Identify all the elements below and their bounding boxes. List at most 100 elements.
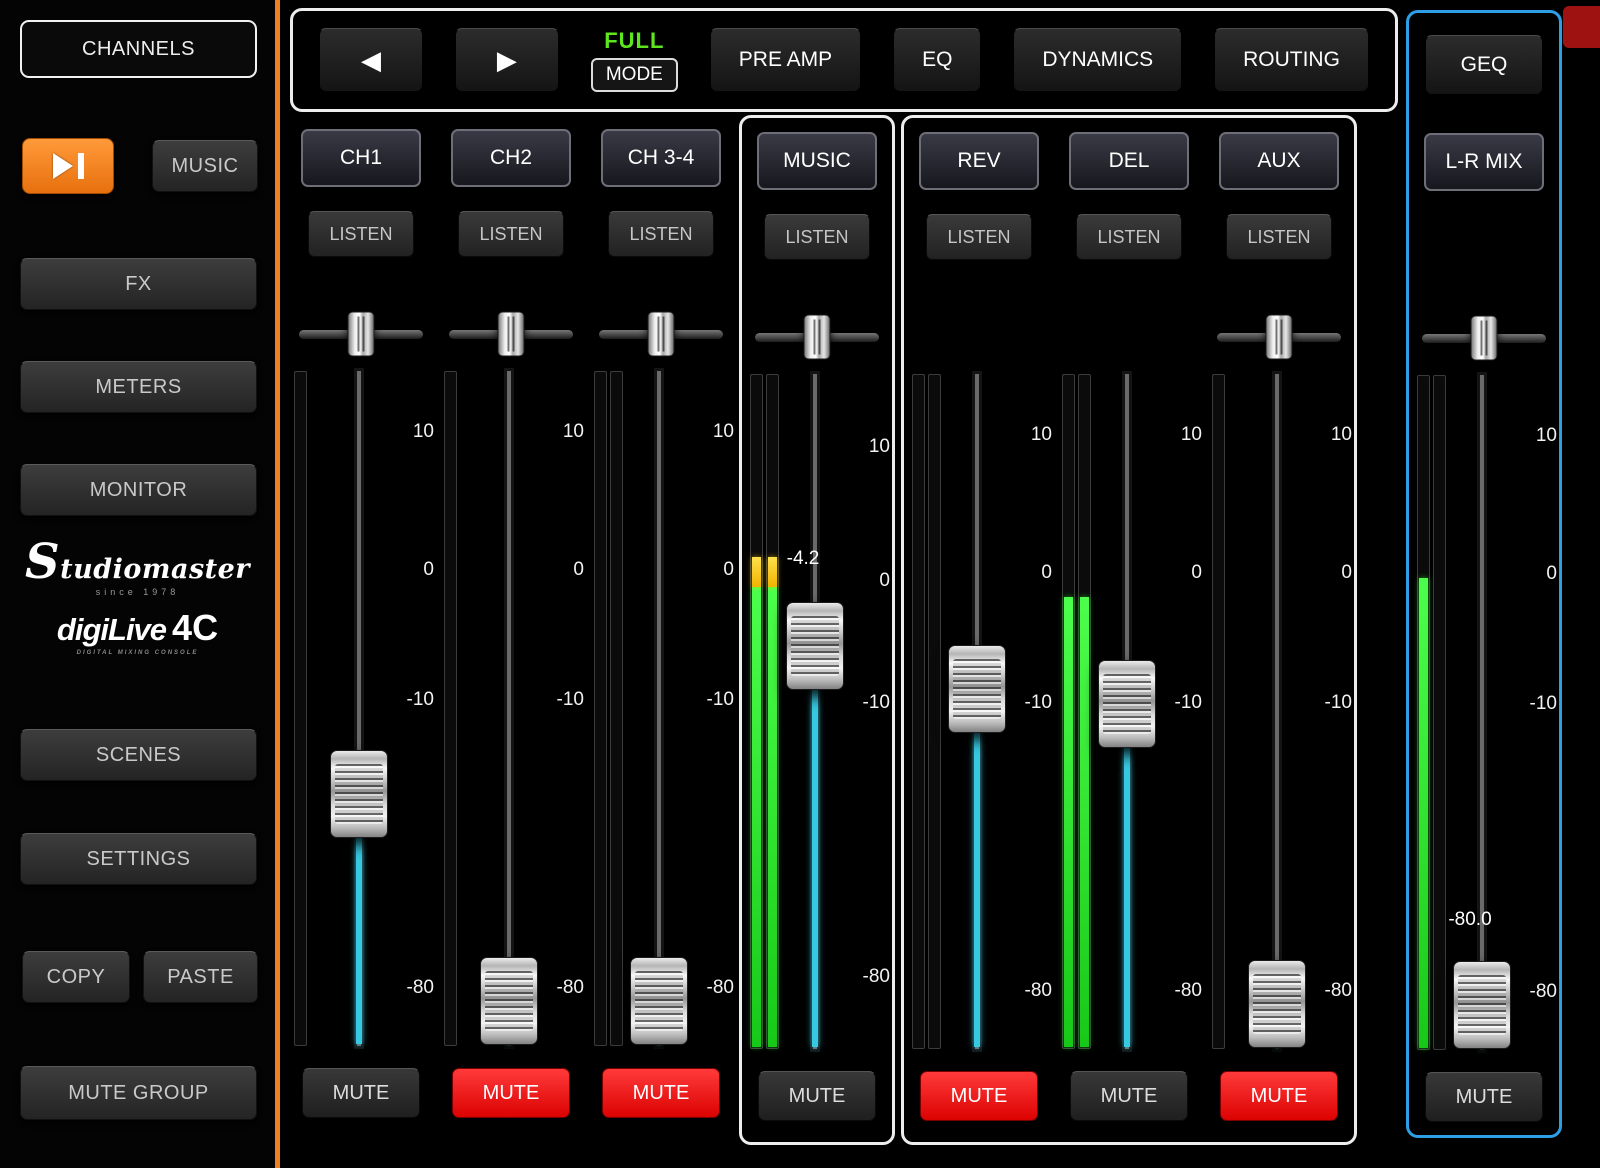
pan-knob[interactable] [498, 312, 525, 357]
next-channel-button[interactable]: ▶ [455, 28, 559, 92]
sidebar: CHANNELS MUSIC FX METERS MONITOR Studiom… [0, 0, 275, 1168]
pan-knob[interactable] [804, 315, 831, 360]
level-meter [1062, 374, 1075, 1049]
mute-button[interactable]: MUTE [920, 1071, 1038, 1121]
product-tagline: DIGITAL MIXING CONSOLE [0, 650, 275, 656]
mute-button[interactable]: MUTE [1425, 1072, 1543, 1122]
level-meter [1212, 374, 1225, 1049]
mode-button[interactable]: FULL MODE [591, 28, 678, 92]
fader-knob[interactable] [330, 750, 388, 838]
brand-logo: Studiomaster since 1978 digiLive4C DIGIT… [0, 552, 275, 656]
level-meter [294, 371, 307, 1046]
settings-button[interactable]: SETTINGS [20, 833, 257, 885]
fader-knob[interactable] [1453, 961, 1511, 1049]
channels-button[interactable]: CHANNELS [20, 20, 257, 78]
listen-button[interactable]: LISTEN [308, 211, 414, 257]
back-arrow-icon: ◀ [361, 45, 381, 76]
listen-button[interactable]: LISTEN [1076, 214, 1182, 260]
forward-arrow-icon: ▶ [497, 45, 517, 76]
mute-button[interactable]: MUTE [1220, 1071, 1338, 1121]
fx-group-frame: REV LISTEN 10 0 -10 -80 MUTE [901, 115, 1357, 1145]
play-pause-icon [78, 153, 84, 179]
mute-button[interactable]: MUTE [452, 1068, 570, 1118]
brand-name: Studiomaster [0, 552, 275, 585]
scenes-button[interactable]: SCENES [20, 729, 257, 781]
channel-strip: CH1 LISTEN 10 0 -10 -80 MUTE [286, 115, 436, 1145]
screen-edge-red-button[interactable] [1563, 6, 1600, 48]
fader-zone: 10 0 -10 -80 [1054, 374, 1204, 1049]
fader-knob[interactable] [1098, 660, 1156, 748]
copy-button[interactable]: COPY [22, 951, 130, 1003]
level-meter [444, 371, 457, 1046]
mute-button[interactable]: MUTE [1070, 1071, 1188, 1121]
pan-knob[interactable] [648, 312, 675, 357]
fader-zone: 10 0 -10 -80 [586, 371, 736, 1046]
fx-button[interactable]: FX [20, 258, 257, 310]
listen-button[interactable]: LISTEN [608, 211, 714, 257]
channel-strip: CH2 LISTEN 10 0 -10 -80 MUTE [436, 115, 586, 1145]
mode-state-label: FULL [604, 28, 664, 54]
level-meter [912, 374, 925, 1049]
fader-zone: -4.2 10 0 -10 -80 [742, 374, 892, 1049]
channel-name-button[interactable]: CH2 [451, 129, 571, 187]
fader-value-label: -80.0 [1427, 909, 1513, 931]
selected-channel-frame: MUSIC LISTEN -4.2 [739, 115, 895, 1145]
music-button[interactable]: MUSIC [152, 140, 258, 192]
fader-track[interactable] [1275, 374, 1279, 1049]
channel-strip: REV LISTEN 10 0 -10 -80 MUTE [904, 118, 1054, 1142]
channel-name-button[interactable]: AUX [1219, 132, 1339, 190]
mute-group-button[interactable]: MUTE GROUP [20, 1066, 257, 1120]
fader-knob[interactable] [786, 602, 844, 690]
channel-name-button[interactable]: CH 3-4 [601, 129, 721, 187]
channel-strip: MUSIC LISTEN -4.2 [742, 118, 892, 1142]
fader-knob[interactable] [630, 957, 688, 1045]
fader-knob[interactable] [1248, 960, 1306, 1048]
channel-name-button[interactable]: REV [919, 132, 1039, 190]
master-column-frame: GEQ L-R MIX -80.0 10 0 -10 -80 MUTE [1406, 10, 1562, 1138]
channel-name-button[interactable]: L-R MIX [1424, 133, 1544, 191]
listen-button[interactable]: LISTEN [926, 214, 1032, 260]
level-meter [750, 374, 763, 1049]
pan-knob[interactable] [1266, 315, 1293, 360]
play-pause-icon [53, 153, 73, 179]
previous-channel-button[interactable]: ◀ [319, 28, 423, 92]
fader-track[interactable] [1480, 375, 1484, 1050]
listen-button[interactable]: LISTEN [1226, 214, 1332, 260]
level-meter [928, 374, 941, 1049]
pan-knob[interactable] [348, 312, 375, 357]
channel-name-button[interactable]: MUSIC [757, 132, 877, 190]
level-meter [610, 371, 623, 1046]
fader-track[interactable] [657, 371, 661, 1046]
channel-toolbar: ◀ ▶ FULL MODE PRE AMP EQ DYNAMICS ROUTIN… [290, 8, 1398, 112]
fader-track[interactable] [507, 371, 511, 1046]
listen-spacer [1431, 215, 1537, 261]
channel-name-button[interactable]: CH1 [301, 129, 421, 187]
mute-button[interactable]: MUTE [302, 1068, 420, 1118]
mute-button[interactable]: MUTE [758, 1071, 876, 1121]
pan-knob[interactable] [1471, 316, 1498, 361]
monitor-button[interactable]: MONITOR [20, 464, 257, 516]
eq-button[interactable]: EQ [893, 28, 981, 92]
level-meter [594, 371, 607, 1046]
channel-strip: AUX LISTEN 10 0 -10 -80 MUTE [1204, 118, 1354, 1142]
play-pause-button[interactable] [22, 138, 114, 194]
geq-button[interactable]: GEQ [1425, 35, 1543, 95]
fader-level-line [812, 646, 818, 1047]
meters-button[interactable]: METERS [20, 361, 257, 413]
routing-button[interactable]: ROUTING [1214, 28, 1369, 92]
pre-amp-button[interactable]: PRE AMP [710, 28, 861, 92]
fader-zone: -80.0 10 0 -10 -80 [1409, 375, 1559, 1050]
level-meter [1078, 374, 1091, 1049]
fader-zone: 10 0 -10 -80 [904, 374, 1054, 1049]
level-meter [1417, 375, 1430, 1050]
listen-button[interactable]: LISTEN [458, 211, 564, 257]
dynamics-button[interactable]: DYNAMICS [1013, 28, 1182, 92]
mute-button[interactable]: MUTE [602, 1068, 720, 1118]
fader-knob[interactable] [480, 957, 538, 1045]
channel-strip: CH 3-4 LISTEN 10 0 -10 -80 MUTE [586, 115, 736, 1145]
paste-button[interactable]: PASTE [143, 951, 258, 1003]
channel-name-button[interactable]: DEL [1069, 132, 1189, 190]
product-logo: digiLive4C DIGITAL MIXING CONSOLE [0, 607, 275, 656]
fader-knob[interactable] [948, 645, 1006, 733]
listen-button[interactable]: LISTEN [764, 214, 870, 260]
